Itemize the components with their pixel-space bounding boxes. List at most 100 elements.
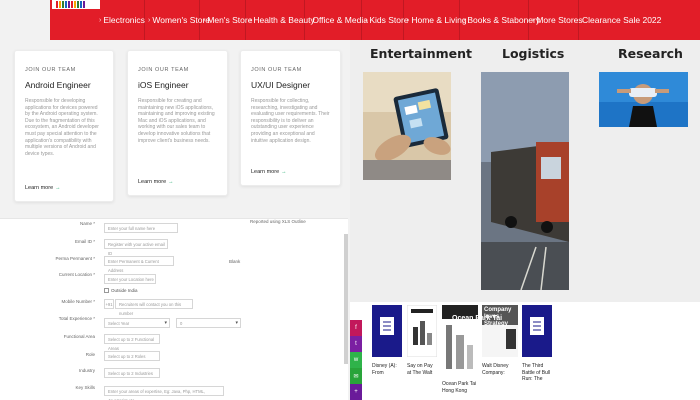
card-description: Responsible for developing applications … [25, 98, 99, 157]
entertainment-image[interactable] [363, 72, 451, 180]
email-input[interactable]: Register with your active email ID [104, 239, 168, 256]
nav-health-beauty[interactable]: › Health & Beauty [246, 0, 315, 40]
chevron-right-icon: › [99, 16, 102, 24]
name-input[interactable]: Enter your full name here [104, 223, 178, 233]
right-panel: Entertainment Logistics Research Disney … [350, 40, 700, 400]
nav-office-media[interactable]: › Office & Media [305, 0, 368, 40]
role-input[interactable]: Select up to 2 Roles [104, 351, 160, 361]
chevron-right-icon: › [308, 16, 311, 24]
book-title: Ocean Park Tai Hong Kong [442, 381, 477, 394]
facebook-icon[interactable]: f [350, 320, 362, 336]
share-bar: f t w ✉ + [350, 320, 362, 400]
nav-more-stores[interactable]: › More Stores [529, 0, 583, 40]
nav-books-stabonery[interactable]: › Books & Stabonery [460, 0, 540, 40]
experience-years-select[interactable]: Select Year [104, 318, 170, 328]
book-title: The Third Battle of Bull Run: The [522, 363, 551, 382]
label-name: Name * [79, 221, 95, 226]
nav-electronics[interactable]: › Electronics [96, 0, 145, 40]
chevron-right-icon: › [532, 16, 535, 24]
label-key-skills: Key Skills [75, 385, 95, 390]
chevron-right-icon: › [463, 16, 466, 24]
more-share-icon[interactable]: + [350, 384, 362, 400]
card-role: UX/UI Designer [251, 80, 311, 90]
chevron-right-icon: › [148, 16, 151, 24]
nav-womens-store[interactable]: › Women's Store [145, 0, 210, 40]
experience-months-select[interactable]: 0 [176, 318, 241, 328]
key-skills-input[interactable]: Enter your areas of expertise, Eg: Java,… [104, 386, 224, 400]
label-role: Role [85, 352, 95, 357]
chevron-right-icon: › [249, 16, 252, 24]
book-cover [522, 305, 552, 357]
research-image[interactable] [599, 72, 688, 127]
label-industry: Industry [78, 368, 95, 373]
card-eyebrow: JOIN OUR TEAM [138, 67, 189, 73]
arrow-right-icon: → [281, 169, 287, 175]
learn-more-link[interactable]: Learn more → [138, 179, 174, 185]
learn-more-label: Learn more [251, 169, 280, 175]
industry-input[interactable]: Select up to 2 Industries [104, 368, 160, 378]
page-root: { "nav": { "items": ["Electronics", "Wom… [0, 0, 700, 400]
outside-india-label: Outside India [111, 288, 138, 293]
location-input[interactable]: Enter your Location here [104, 274, 156, 284]
chevron-right-icon: › [365, 16, 368, 24]
section-title-research: Research [618, 46, 683, 61]
store-logo[interactable] [52, 0, 100, 9]
book-title: Walt Disney Company: [482, 363, 509, 376]
book-cover [406, 304, 438, 358]
card-description: Responsible for creating and maintaining… [138, 98, 215, 144]
job-card-android: JOIN OUR TEAM Android Engineer Responsib… [14, 50, 114, 202]
checkbox[interactable] [104, 288, 109, 293]
whatsapp-icon[interactable]: w [350, 352, 362, 368]
outside-india-option[interactable]: Outside India [104, 288, 138, 293]
learn-more-link[interactable]: Learn more → [25, 185, 61, 191]
label-experience: Total Experience * [58, 316, 95, 321]
nav-label: More Stores [536, 15, 583, 25]
sections-area: Entertainment Logistics Research [350, 40, 700, 302]
nav-mens-store[interactable]: › Men's Store [200, 0, 252, 40]
book-item[interactable]: The Third Battle of Bull Run: The [522, 305, 552, 383]
country-code[interactable]: +91 [104, 299, 114, 309]
top-nav: › Electronics › Women's Store › Men's Store… [50, 0, 700, 40]
nav-kids-store[interactable]: › Kids Store [362, 0, 409, 40]
nav-label: Home & Living [411, 15, 467, 25]
functional-area-input[interactable]: Select up to 2 Functional Areas [104, 334, 160, 351]
section-title-entertainment: Entertainment [370, 46, 473, 61]
label-email: Email ID * [74, 239, 95, 244]
permanent-input[interactable]: Enter Permanent & Current Address [104, 256, 174, 273]
nav-label: Electronics [103, 15, 145, 25]
book-item[interactable]: Say on Pay at The Walt [406, 304, 438, 376]
arrow-right-icon: → [55, 185, 61, 191]
chevron-right-icon: › [203, 16, 206, 24]
learn-more-label: Learn more [138, 179, 167, 185]
application-form: Name * Enter your full name here Email I… [0, 218, 348, 400]
section-title-logistics: Logistics [502, 46, 565, 61]
book-title: Disney (A): From [372, 363, 397, 376]
arrow-right-icon: → [168, 179, 174, 185]
job-card-ios: JOIN OUR TEAM iOS Engineer Responsible f… [127, 50, 228, 196]
book-cover [372, 305, 402, 357]
nav-label: Office & Media [312, 15, 368, 25]
email-note: Reported using XLS Outline [250, 219, 306, 224]
twitter-icon[interactable]: t [350, 336, 362, 352]
mobile-input[interactable]: Recruiters will contact you on this numb… [115, 299, 193, 316]
nav-label: Kids Store [369, 15, 409, 25]
logistics-image[interactable] [481, 72, 569, 290]
card-eyebrow: JOIN OUR TEAM [251, 67, 302, 73]
nav-home-living[interactable]: › Home & Living [404, 0, 467, 40]
card-role: Android Engineer [25, 80, 91, 90]
card-role: iOS Engineer [138, 80, 189, 90]
email-icon[interactable]: ✉ [350, 368, 362, 384]
card-description: Responsible for collecting, researching,… [251, 98, 330, 144]
label-mobile: Mobile Number * [61, 299, 95, 304]
book-item[interactable]: Disney (A): From [372, 305, 402, 376]
permanent-note: Blank [229, 259, 241, 264]
nav-label: Clearance Sale 2022 [582, 15, 662, 25]
book-title: Say on Pay at The Walt [407, 363, 433, 376]
label-location: Current Location * [58, 272, 95, 277]
learn-more-link[interactable]: Learn more → [251, 169, 287, 175]
form-scrollbar[interactable] [344, 234, 348, 364]
chevron-right-icon: › [407, 16, 410, 24]
label-functional-area: Functional Area [63, 334, 95, 339]
job-card-uxui: JOIN OUR TEAM UX/UI Designer Responsible… [240, 50, 341, 186]
nav-clearance-sale[interactable]: Clearance Sale 2022 [579, 0, 661, 40]
